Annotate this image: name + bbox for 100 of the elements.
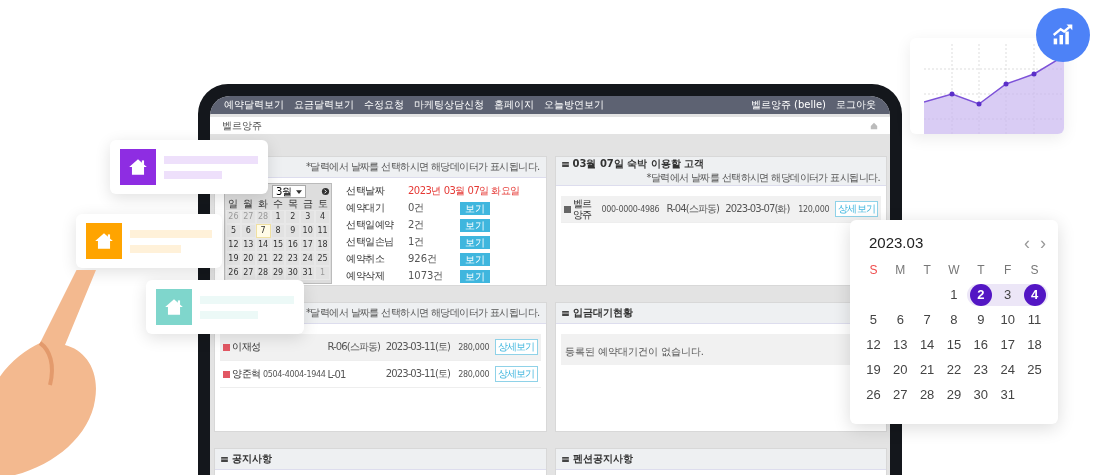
calendar-day[interactable]: 5 [862, 308, 885, 331]
phone-cell: 0504-4004-1944 [262, 369, 325, 379]
calendar-day[interactable]: 23 [285, 252, 301, 266]
stat-label: 선택날짜 [346, 184, 386, 198]
calendar-day[interactable]: 2 [969, 283, 992, 306]
reservation-tag-icon [223, 343, 230, 351]
calendar-day[interactable]: 17 [300, 238, 316, 252]
calendar-day[interactable]: 9 [285, 224, 301, 238]
calendar-day[interactable]: 19 [226, 252, 241, 266]
calendar-day[interactable]: 30 [285, 266, 301, 280]
calendar-day[interactable]: 11 [1023, 308, 1046, 331]
stat-label: 예약취소 [346, 252, 385, 266]
nav-link[interactable]: 요금달력보기 [294, 98, 354, 112]
calendar-day[interactable]: 18 [315, 238, 330, 252]
logout-link[interactable]: 로그아웃 [836, 98, 876, 112]
calendar-day[interactable]: 12 [862, 333, 885, 356]
room-cell-text: R-04(스파동) [666, 202, 720, 216]
room-cell-text: L-01 [327, 368, 347, 380]
weekday-label: F [1003, 262, 1013, 277]
calendar-day[interactable]: 31 [300, 266, 316, 280]
calendar-day[interactable]: 25 [1023, 358, 1046, 381]
calendar-day[interactable]: 20 [889, 358, 912, 381]
calendar-day[interactable]: 1 [943, 283, 965, 306]
person-tag-icon [563, 205, 571, 213]
weekday-label: 토 [316, 198, 329, 210]
selected-date: 2023년 03월 07일 화요일 [408, 184, 520, 198]
weekday-label: 화 [257, 198, 270, 210]
caret-icon [296, 189, 303, 194]
month-select[interactable]: 3월 [272, 185, 307, 198]
calendar-day[interactable]: 10 [300, 224, 316, 238]
nav-link[interactable]: 마케팅상담신청 [414, 98, 484, 112]
calendar-day[interactable]: 10 [996, 308, 1019, 331]
calendar-day[interactable]: 6 [889, 308, 912, 331]
weekday-label: W [947, 262, 961, 277]
calendar-day[interactable]: 13 [889, 333, 912, 356]
calendar-day[interactable]: 17 [996, 333, 1019, 356]
nav-link[interactable]: 홈페이지 [494, 98, 534, 112]
user-name: 벨르앙쥬 (belle) [750, 98, 826, 112]
calendar-day[interactable]: 21 [916, 358, 939, 381]
calendar-day[interactable]: 5 [226, 224, 241, 238]
calendar-day[interactable]: 30 [969, 383, 992, 406]
calendar-day[interactable]: 29 [943, 383, 965, 406]
calendar-day[interactable]: 3 [300, 210, 316, 224]
calendar-day[interactable]: 16 [285, 238, 301, 252]
stat-value: 1건 [408, 235, 426, 249]
calendar-day[interactable]: 23 [969, 358, 992, 381]
price-cell-text: 120,000 [798, 204, 831, 214]
weekday-label: T [922, 262, 932, 277]
calendar-day[interactable]: 22 [943, 358, 965, 381]
price-cell-text: 280,000 [458, 342, 491, 352]
panel-title: 펜션공지사항 [572, 452, 633, 466]
calendar-day[interactable]: 25 [315, 252, 330, 266]
calendar-day[interactable]: 14 [916, 333, 939, 356]
stat-label: 예약대기 [346, 201, 385, 215]
calendar-day[interactable]: 24 [996, 358, 1019, 381]
panel-title: 공지사항 [232, 452, 272, 466]
calendar-day[interactable]: 12 [226, 238, 241, 252]
calendar-day[interactable]: 24 [300, 252, 316, 266]
calendar-day[interactable]: 31 [996, 383, 1019, 406]
nav-link[interactable]: 수정요청 [364, 98, 404, 112]
weekday-label: T [976, 262, 986, 277]
date-cell-text: 2023-03-11(토) [385, 340, 452, 354]
date-cell-text: 2023-03-07(화) [725, 202, 791, 216]
calendar-day[interactable]: 4 [315, 210, 330, 224]
nav-link[interactable]: 예약달력보기 [224, 98, 284, 112]
guest-name: 벨르앙쥬 [572, 198, 593, 220]
stat-label: 선택일손님 [346, 235, 395, 249]
calendar-day[interactable]: 16 [969, 333, 992, 356]
calendar-day[interactable]: 4 [1023, 283, 1046, 306]
placeholder-bar [130, 244, 181, 253]
calendar-day[interactable]: 11 [315, 224, 330, 238]
list-icon [561, 161, 569, 167]
guest-name: 이재성 [232, 340, 261, 354]
list-icon [561, 310, 569, 316]
stat-value: 926건 [408, 252, 439, 266]
phone-cell-text: 000-0000-4986 [601, 204, 661, 214]
nav-link[interactable]: 오늘방연보기 [544, 98, 604, 112]
stat-label: 예약삭제 [346, 269, 385, 283]
stat-value: 2건 [408, 218, 426, 232]
calendar-day[interactable]: 9 [969, 308, 992, 331]
panel-title: 03월 07일 숙박 이용할 고객 [572, 157, 705, 171]
picker-month: 2023.03 [869, 234, 924, 251]
stat-label: 선택일예약 [346, 218, 395, 232]
panel-note: *달력에서 날짜를 선택하시면 해당데이터가 표시됩니다. [646, 171, 880, 185]
next-month-icon[interactable] [321, 187, 330, 196]
calendar-day[interactable]: 15 [943, 333, 965, 356]
weekday-label: S [1029, 262, 1040, 277]
calendar-day[interactable]: 8 [943, 308, 965, 331]
calendar-day[interactable]: 26 [226, 266, 241, 280]
calendar-day[interactable]: 18 [1023, 333, 1046, 356]
weekday-label: 수 [272, 198, 284, 210]
calendar-day[interactable]: 7 [916, 308, 939, 331]
calendar-day[interactable]: 27 [889, 383, 912, 406]
weekday-label: S [868, 262, 879, 277]
calendar-day[interactable]: 19 [862, 358, 885, 381]
calendar-day[interactable]: 26 [862, 383, 885, 406]
calendar-day[interactable]: 28 [916, 383, 939, 406]
page-title: 벨르앙쥬 [222, 118, 262, 133]
calendar-day[interactable]: 2 [285, 210, 301, 224]
list-icon [221, 456, 228, 462]
